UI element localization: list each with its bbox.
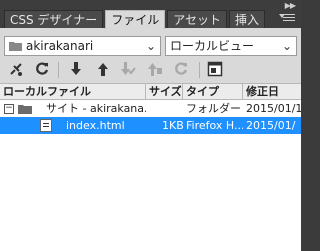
site-folder-row[interactable]: − サイト - akirakana... フォルダー 2015/01/1 (0, 100, 301, 117)
file-modified: 2015/01/ (246, 119, 296, 132)
folder-icon (18, 105, 32, 114)
connect-icon[interactable] (7, 61, 25, 79)
tab-files[interactable]: ファイル (105, 10, 166, 29)
refresh-icon[interactable] (33, 61, 51, 79)
file-type: フォルダー (186, 102, 241, 115)
view-select-value: ローカルビュー (170, 39, 255, 53)
file-row-selected[interactable]: index.html 1KB Firefox H... 2015/01/ (0, 117, 301, 134)
file-list: − サイト - akirakana... フォルダー 2015/01/1 ind… (0, 100, 301, 251)
site-select-value: akirakanari (26, 39, 94, 53)
collapse-panel-icon[interactable]: ▶▶ (285, 1, 296, 10)
check-out-icon[interactable] (119, 61, 137, 79)
collapse-toggle-icon[interactable]: − (4, 104, 14, 114)
file-modified: 2015/01/1 (246, 102, 301, 115)
tab-insert[interactable]: 挿入 (228, 10, 265, 28)
toolbar-divider (58, 62, 59, 78)
tab-assets[interactable]: アセット (167, 10, 227, 28)
file-list-header: ローカルファイル サイズ タイプ 修正日 (0, 83, 301, 100)
files-panel: ▶▶ CSS デザイナー ファイル アセット 挿入 akirakanari ⌄ … (0, 0, 301, 251)
file-size (149, 100, 183, 117)
file-type: Firefox H... (186, 119, 243, 132)
column-local-files[interactable]: ローカルファイル (0, 84, 146, 99)
panel-tab-bar: ▶▶ CSS デザイナー ファイル アセット 挿入 (0, 0, 301, 29)
toolbar-divider (199, 62, 200, 78)
view-select[interactable]: ローカルビュー ⌄ (165, 36, 297, 56)
column-size[interactable]: サイズ (146, 84, 183, 99)
folder-icon (9, 42, 22, 51)
file-size: 1KB (162, 119, 183, 132)
check-in-icon[interactable] (146, 61, 164, 79)
file-name: サイト - akirakana... (46, 102, 146, 115)
html-file-icon (40, 119, 52, 132)
files-toolbar (0, 58, 301, 82)
put-files-icon[interactable] (94, 61, 112, 79)
column-type[interactable]: タイプ (183, 84, 243, 99)
site-select[interactable]: akirakanari ⌄ (4, 36, 161, 56)
chevron-down-icon: ⌄ (145, 39, 156, 53)
sync-icon[interactable] (172, 61, 190, 79)
column-modified[interactable]: 修正日 (243, 84, 301, 99)
get-files-icon[interactable] (67, 61, 85, 79)
panel-menu-icon[interactable] (279, 14, 295, 23)
tab-css-designer[interactable]: CSS デザイナー (4, 10, 104, 28)
expand-view-icon[interactable] (206, 61, 224, 79)
panel-tabs: CSS デザイナー ファイル アセット 挿入 (4, 10, 267, 29)
file-name: index.html (66, 119, 125, 132)
chevron-down-icon: ⌄ (281, 39, 292, 53)
